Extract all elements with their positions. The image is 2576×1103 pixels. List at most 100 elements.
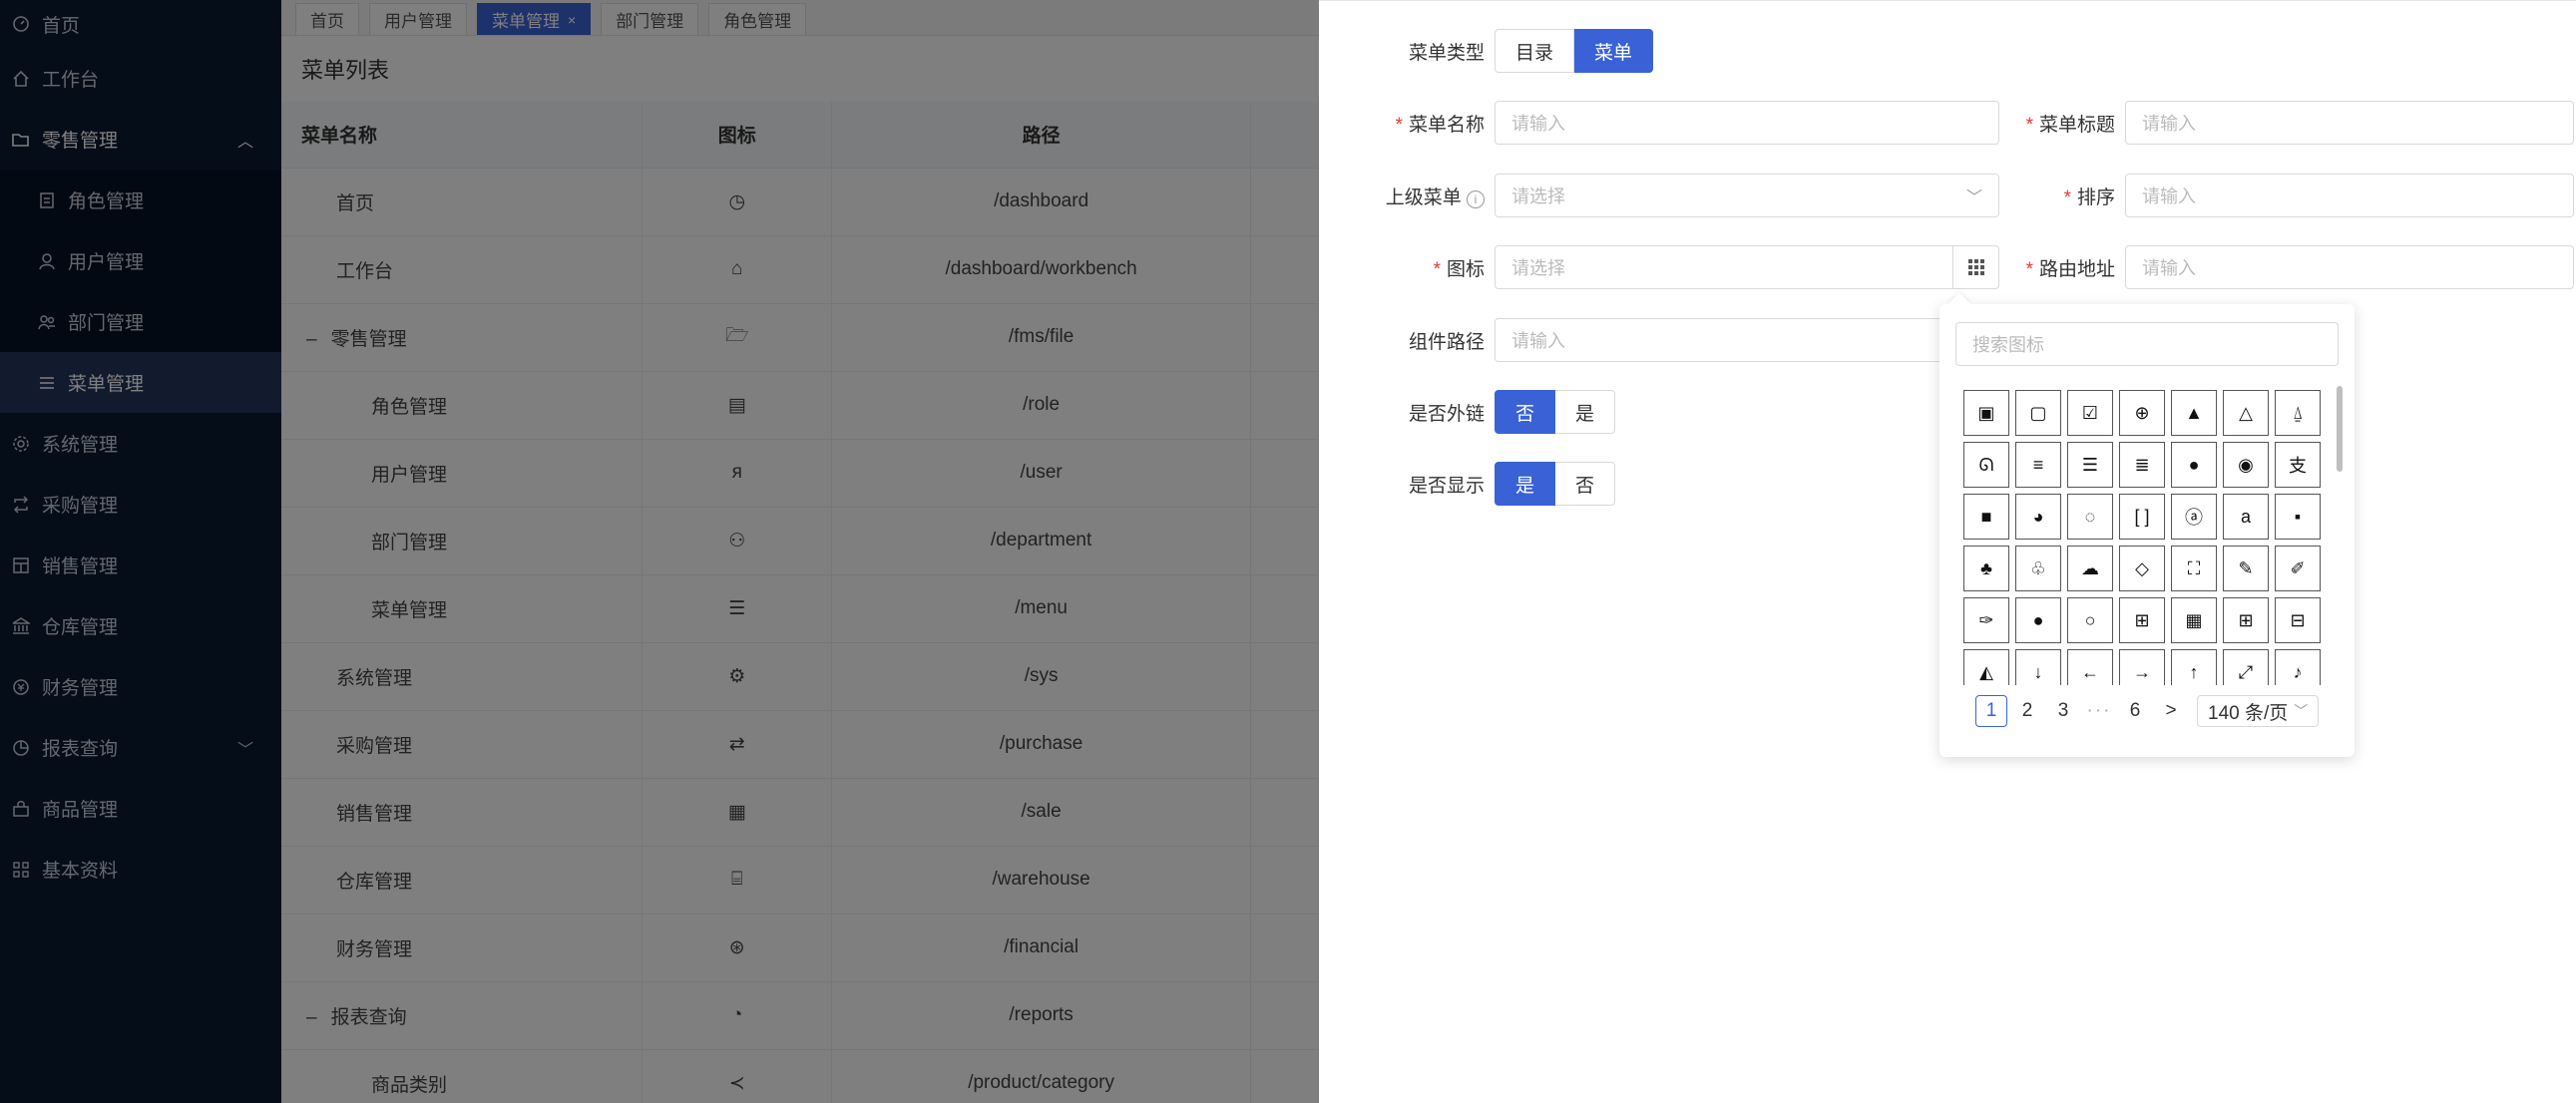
component-path-input[interactable]: 请输入	[1495, 318, 1999, 362]
menu-type-directory-option[interactable]: 目录	[1495, 29, 1575, 73]
collapse-toggle[interactable]: –	[306, 1007, 317, 1028]
tab-role[interactable]: 角色管理	[708, 3, 807, 35]
sort-input[interactable]: 请输入	[2125, 174, 2574, 217]
appstore-icon[interactable]: ⊞	[2223, 597, 2269, 643]
sidebar-item-purchase[interactable]: 采购管理	[0, 474, 281, 535]
collapse-toggle[interactable]: –	[306, 329, 317, 350]
apartment-icon[interactable]: ⛶	[2171, 546, 2217, 591]
table-row[interactable]: 首页 ◷ /dashboard	[281, 168, 1319, 236]
aliwangwang-icon[interactable]: ◌	[2067, 494, 2113, 540]
sidebar-item-user[interactable]: 用户管理	[0, 230, 281, 291]
table-row[interactable]: 采购管理 ⇄ /purchase	[281, 710, 1319, 779]
icon-search-input[interactable]: 搜索图标	[1955, 322, 2339, 366]
icon-select-input[interactable]: 请选择	[1495, 245, 1999, 289]
icon-grid-scrollbar[interactable]	[2337, 378, 2343, 685]
arrows-alt-icon[interactable]: ⤢	[2223, 649, 2269, 685]
table-row[interactable]: 工作台 ⌂ /dashboard/workbench	[281, 235, 1319, 304]
sidebar-item-finance[interactable]: 财务管理	[0, 656, 281, 717]
arrow-up-icon[interactable]: ↑	[2171, 649, 2217, 685]
sidebar-item-reports[interactable]: 报表查询 ﹀	[0, 717, 281, 778]
appstore-filled-icon[interactable]: ▦	[2171, 597, 2217, 643]
external-yes-option[interactable]: 是	[1555, 390, 1616, 434]
arrow-right-icon[interactable]: →	[2119, 649, 2165, 685]
visible-yes-option[interactable]: 是	[1495, 462, 1556, 506]
column-header-path[interactable]: 路径	[831, 102, 1252, 169]
sidebar-item-menu[interactable]: 菜单管理	[0, 352, 281, 413]
sidebar-item-workbench[interactable]: 工作台	[0, 48, 281, 109]
appstore-add-icon[interactable]: ⊞	[2119, 597, 2165, 643]
alibaba-icon[interactable]: ᘏ	[1963, 442, 2009, 488]
alert-filled-icon[interactable]: ▲	[2171, 390, 2217, 436]
tab-menu[interactable]: 菜单管理 ×	[477, 3, 592, 35]
sidebar-item-retail[interactable]: 零售管理 ︿	[0, 109, 281, 170]
apple-icon[interactable]: ○	[2067, 597, 2113, 643]
menu-name-input[interactable]: 请输入	[1495, 101, 1999, 145]
table-row[interactable]: 销售管理 ▦ /sale	[281, 778, 1319, 847]
column-header-icon[interactable]: 图标	[642, 102, 833, 169]
calendar-filled-icon[interactable]: ▣	[1963, 390, 2009, 436]
table-row[interactable]: – 报表查询 ◔ /reports	[281, 981, 1319, 1050]
aliyun-icon[interactable]: [ ]	[2119, 494, 2165, 540]
ant-design-icon[interactable]: ◇	[2119, 546, 2165, 591]
table-row[interactable]: 仓库管理 ⌸ /warehouse	[281, 846, 1319, 915]
page-ellipsis[interactable]: ···	[2083, 695, 2115, 727]
api-twotone-icon[interactable]: ✑	[1963, 597, 2009, 643]
external-no-option[interactable]: 否	[1495, 390, 1556, 434]
page-3[interactable]: 3	[2047, 695, 2079, 727]
next-page-button[interactable]: >	[2155, 695, 2187, 727]
alipay-square-icon[interactable]: ■	[1963, 494, 2009, 540]
aliwangwang-filled-icon[interactable]: ◕	[2015, 494, 2061, 540]
sidebar-item-role[interactable]: 角色管理	[0, 170, 281, 230]
icon-picker-button[interactable]	[1952, 246, 1998, 288]
audio-icon[interactable]: ♪	[2275, 649, 2321, 685]
close-icon[interactable]: ×	[568, 12, 576, 28]
sidebar-item-warehouse[interactable]: 仓库管理	[0, 595, 281, 656]
parent-menu-select[interactable]: 请选择 ﹀	[1495, 174, 1999, 217]
sidebar-item-sale[interactable]: 销售管理	[0, 535, 281, 595]
calendar-icon[interactable]: ▢	[2015, 390, 2061, 436]
api-icon[interactable]: ✐	[2275, 546, 2321, 591]
arrow-down-icon[interactable]: ↓	[2015, 649, 2061, 685]
alipay-icon[interactable]: 支	[2275, 442, 2321, 488]
amazon-square-icon[interactable]: ▪	[2275, 494, 2321, 540]
tab-home[interactable]: 首页	[295, 3, 359, 35]
alert-outline-icon[interactable]: ⍙	[2275, 390, 2321, 436]
alert-icon[interactable]: △	[2223, 390, 2269, 436]
table-row[interactable]: 系统管理 ⚙ /sys	[281, 642, 1319, 711]
column-header-name[interactable]: 菜单名称	[281, 102, 644, 169]
apple-filled-icon[interactable]: ●	[2015, 597, 2061, 643]
align-center-icon[interactable]: ≡	[2015, 442, 2061, 488]
calendar-check-icon[interactable]: ☑	[2067, 390, 2113, 436]
table-row[interactable]: – 零售管理 🗁 /fms/file	[281, 303, 1319, 372]
sidebar-item-basic[interactable]: 基本资料	[0, 839, 281, 900]
tab-department[interactable]: 部门管理	[601, 3, 699, 35]
table-row[interactable]: 菜单管理 ☰ /menu	[281, 574, 1319, 643]
page-2[interactable]: 2	[2011, 695, 2043, 727]
tab-user[interactable]: 用户管理	[369, 3, 467, 35]
menu-type-menu-option[interactable]: 菜单	[1574, 29, 1654, 73]
align-right-icon[interactable]: ≣	[2119, 442, 2165, 488]
page-6[interactable]: 6	[2119, 695, 2151, 727]
table-row[interactable]: 用户管理 ᴙ /user	[281, 439, 1319, 508]
sidebar-item-dashboard[interactable]: 首页	[0, 0, 281, 48]
aim-icon[interactable]: ⊕	[2119, 390, 2165, 436]
table-row[interactable]: 商品类别 ≺ /product/category	[281, 1049, 1319, 1103]
page-size-select[interactable]: 140 条/页 ﹀	[2197, 695, 2320, 727]
ant-cloud-icon[interactable]: ☁	[2067, 546, 2113, 591]
route-input[interactable]: 请输入	[2125, 245, 2574, 289]
info-icon[interactable]: i	[1467, 189, 1485, 208]
arrow-left-icon[interactable]: ←	[2067, 649, 2113, 685]
alipay-circle-icon[interactable]: ◉	[2223, 442, 2269, 488]
sidebar-item-system[interactable]: 系统管理	[0, 413, 281, 474]
sidebar-item-goods[interactable]: 商品管理	[0, 778, 281, 839]
alipay-circle-filled-icon[interactable]: ●	[2171, 442, 2217, 488]
appstore-twotone-icon[interactable]: ⊟	[2275, 597, 2321, 643]
table-row[interactable]: 财务管理 ⊛ /financial	[281, 914, 1319, 982]
page-1[interactable]: 1	[1975, 695, 2007, 727]
align-left-icon[interactable]: ☰	[2067, 442, 2113, 488]
api-filled-icon[interactable]: ✎	[2223, 546, 2269, 591]
menu-title-input[interactable]: 请输入	[2125, 101, 2574, 145]
area-chart-icon[interactable]: ◭	[1963, 649, 2009, 685]
visible-no-option[interactable]: 否	[1555, 462, 1616, 506]
sidebar-item-department[interactable]: 部门管理	[0, 291, 281, 352]
